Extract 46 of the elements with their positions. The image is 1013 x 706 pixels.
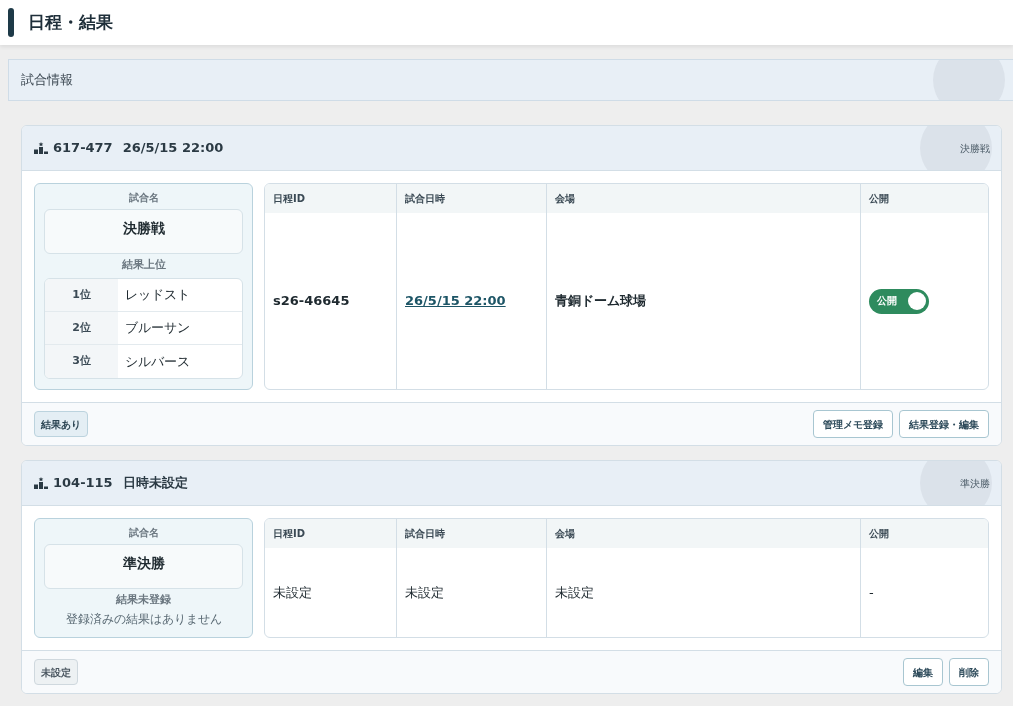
podium-icon bbox=[34, 477, 48, 489]
results-label: 結果未登録 bbox=[116, 592, 171, 608]
column-header: 会場 bbox=[547, 519, 861, 548]
action-button[interactable]: 削除 bbox=[949, 658, 989, 686]
team-cell-text: シルバース bbox=[124, 352, 191, 371]
team-cell-text: レッドスト bbox=[124, 286, 191, 305]
section-title: 試合情報 bbox=[21, 71, 73, 90]
column-header: 日程ID bbox=[265, 184, 397, 213]
table-cell-text: - bbox=[868, 583, 875, 602]
date-link[interactable]: 26/5/15 22:00 bbox=[405, 291, 506, 311]
status-badge: 未設定 bbox=[34, 659, 78, 685]
column-header: 公開 bbox=[868, 527, 890, 541]
rank-cell: 3位 bbox=[45, 345, 118, 378]
action-button[interactable]: 管理メモ登録 bbox=[813, 410, 893, 438]
match-name: 準決勝 bbox=[44, 544, 243, 589]
round-label: 決勝戦 bbox=[960, 141, 990, 156]
column-header: 日程ID bbox=[265, 519, 397, 548]
column-header: 公開 bbox=[868, 192, 890, 206]
column-header: 会場 bbox=[547, 184, 861, 213]
match-name: 決勝戦 bbox=[44, 209, 243, 254]
toggle-switch[interactable]: 公開 bbox=[869, 288, 929, 314]
team-cell-text: ブルーサン bbox=[124, 319, 191, 338]
action-button[interactable]: 編集 bbox=[903, 658, 943, 686]
match-datetime: 日時未設定 bbox=[122, 474, 188, 493]
status-badge: 結果あり bbox=[34, 411, 88, 437]
match-datetime: 26/5/15 22:00 bbox=[122, 139, 224, 158]
match-name-label: 試合名 bbox=[128, 526, 159, 540]
table-cell-text: 未設定 bbox=[404, 583, 445, 602]
column-header: 試合日時 bbox=[397, 519, 547, 548]
empty-results-message: 登録済みの結果はありません bbox=[65, 611, 222, 627]
match-code: 617-477 bbox=[53, 139, 113, 158]
round-label: 準決勝 bbox=[960, 476, 990, 491]
page-title: 日程・結果 bbox=[28, 10, 113, 34]
results-label: 結果上位 bbox=[121, 257, 166, 273]
podium-icon bbox=[34, 142, 48, 154]
match-name-label: 試合名 bbox=[128, 191, 159, 205]
table-cell-text: 青銅ドーム球場 bbox=[554, 292, 647, 311]
match-code: 104-115 bbox=[53, 474, 113, 493]
column-header: 試合日時 bbox=[397, 184, 547, 213]
table-cell-text: 未設定 bbox=[272, 583, 313, 602]
rank-cell: 2位 bbox=[45, 312, 118, 344]
rank-cell: 1位 bbox=[45, 279, 118, 311]
table-cell-text: s26-46645 bbox=[272, 292, 351, 311]
title-accent-bar bbox=[8, 8, 14, 37]
action-button[interactable]: 結果登録・編集 bbox=[899, 410, 989, 438]
table-cell-text: 未設定 bbox=[554, 583, 595, 602]
